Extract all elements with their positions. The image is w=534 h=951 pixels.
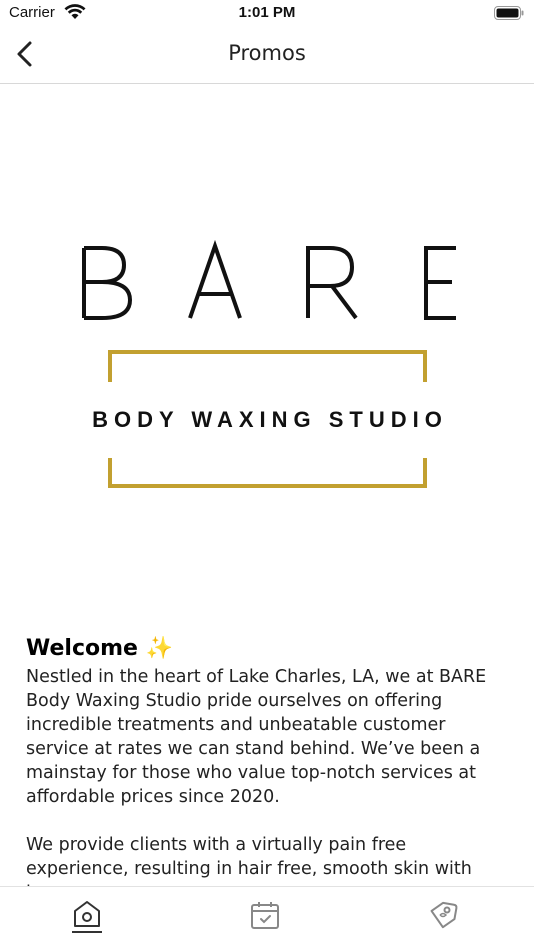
tab-bar	[0, 886, 534, 951]
page-title: Promos	[228, 41, 306, 65]
tab-home[interactable]	[72, 899, 108, 935]
services-paragraph: We provide clients with a virtually pain…	[26, 835, 472, 886]
navigation-bar: Promos	[0, 28, 534, 84]
logo-tagline: BODY WAXING STUDIO	[92, 407, 448, 432]
promo-content: Welcome ✨ Nestled in the heart of Lake C…	[26, 636, 506, 886]
intro-paragraph: Nestled in the heart of Lake Charles, LA…	[26, 667, 487, 807]
sparkles-emoji: ✨	[145, 636, 174, 661]
active-tab-indicator	[72, 931, 102, 933]
status-bar: Carrier 1:01 PM	[0, 0, 534, 28]
tab-calendar[interactable]	[249, 899, 285, 935]
tag-icon	[430, 901, 458, 929]
battery-icon	[494, 6, 524, 20]
tab-promos[interactable]	[427, 899, 463, 935]
bare-studio-logo: BODY WAXING STUDIO	[82, 239, 456, 488]
welcome-heading: Welcome ✨	[26, 636, 174, 661]
clock: 1:01 PM	[238, 4, 296, 21]
home-icon	[74, 901, 100, 927]
calendar-icon	[251, 902, 279, 929]
